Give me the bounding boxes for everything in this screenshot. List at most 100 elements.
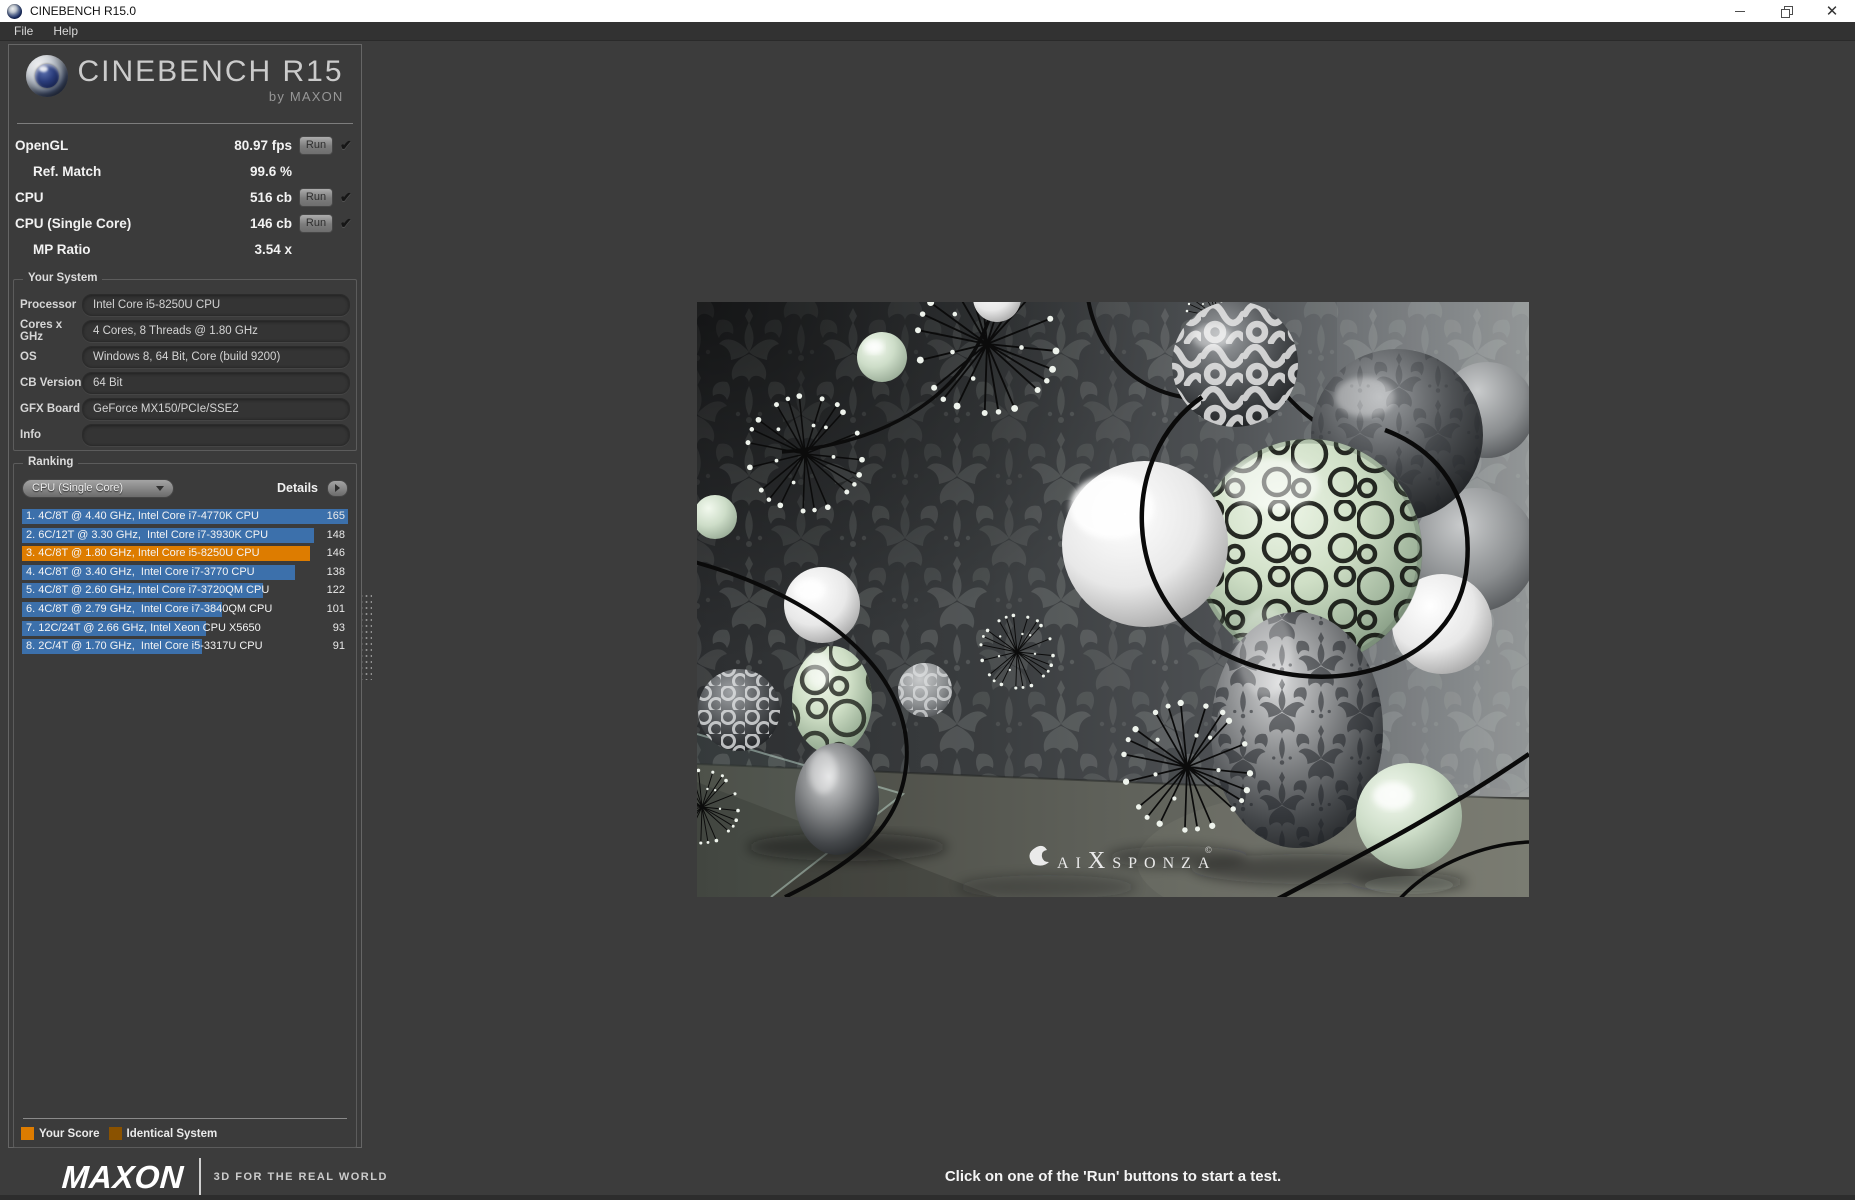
system-field-value[interactable] — [82, 424, 350, 446]
system-field-value[interactable]: Windows 8, 64 Bit, Core (build 9200) — [82, 346, 350, 368]
window-title: CINEBENCH R15.0 — [30, 4, 137, 18]
ranking-title: Ranking — [23, 456, 79, 468]
ranking-row[interactable]: 1. 4C/8T @ 4.40 GHz, Intel Core i7-4770K… — [22, 509, 348, 524]
restore-icon — [1780, 5, 1793, 18]
ranking-row[interactable]: 5. 4C/8T @ 2.60 GHz, Intel Core i7-3720Q… — [22, 583, 348, 599]
close-button[interactable]: ✕ — [1809, 0, 1855, 22]
system-row: Info — [20, 422, 350, 448]
ranking-list: 1. 4C/8T @ 4.40 GHz, Intel Core i7-4770K… — [22, 509, 348, 658]
system-field-label: Processor — [20, 299, 77, 311]
ranking-row-score: 93 — [332, 621, 345, 634]
result-value: 146 cb — [249, 215, 292, 231]
ranking-row-label: 5. 4C/8T @ 2.60 GHz, Intel Core i7-3720Q… — [26, 584, 270, 597]
ranking-row[interactable]: 7. 12C/24T @ 2.66 GHz, Intel Xeon CPU X5… — [22, 620, 348, 636]
system-row: Cores x GHz 4 Cores, 8 Threads @ 1.80 GHz — [20, 318, 350, 344]
minimize-icon — [1735, 10, 1745, 12]
legend-label: Identical System — [126, 1127, 218, 1140]
result-label: CPU (Single Core) — [15, 215, 132, 231]
result-label: Ref. Match — [33, 163, 102, 179]
legend-label: Your Score — [39, 1127, 100, 1140]
logo: CINEBENCH R15 by MAXON — [9, 55, 361, 104]
result-label: MP Ratio — [33, 241, 91, 257]
your-system-title: Your System — [23, 272, 103, 284]
ranking-row-score: 165 — [326, 510, 345, 522]
system-field-value[interactable]: GeForce MX150/PCIe/SSE2 — [82, 398, 350, 420]
result-value: 3.54 x — [254, 241, 292, 257]
details-button[interactable] — [327, 479, 348, 497]
legend: Your Score Identical System — [21, 1127, 226, 1140]
system-field-label: GFX Board — [20, 403, 81, 415]
ranking-row-label: 8. 2C/4T @ 1.70 GHz, Intel Core i5-3317U… — [26, 640, 263, 653]
restore-button[interactable] — [1763, 0, 1809, 22]
ranking-filter-value: CPU (Single Core) — [32, 482, 124, 494]
ranking-group: Ranking CPU (Single Core) Details 1. 4C/… — [13, 456, 357, 1148]
bottom-strip — [0, 1195, 1855, 1200]
system-field-value[interactable]: 4 Cores, 8 Threads @ 1.80 GHz — [82, 320, 350, 342]
result-row: MP Ratio3.54 xRun✔ — [15, 236, 356, 262]
render-scene: AIXSPONZA © — [697, 302, 1529, 897]
status-message: Click on one of the 'Run' buttons to sta… — [944, 1168, 1282, 1185]
ranking-row-score: 146 — [326, 547, 345, 560]
ranking-row-label: 2. 6C/12T @ 3.30 GHz, Intel Core i7-3930… — [26, 528, 269, 541]
separator — [17, 123, 353, 124]
minimize-button[interactable] — [1717, 0, 1763, 22]
check-icon: ✔ — [340, 136, 352, 153]
ranking-row-label: 4. 4C/8T @ 3.40 GHz, Intel Core i7-3770 … — [26, 565, 255, 578]
legend-item: Your Score — [21, 1127, 100, 1140]
system-field-label: Cores x GHz — [20, 319, 63, 343]
legend-item: Identical System — [108, 1127, 218, 1140]
result-row: CPU (Single Core) 146 cb Run ✔ — [15, 210, 356, 236]
maxon-logo: MAXON — [60, 1158, 185, 1195]
details-label: Details — [277, 481, 318, 495]
cinebench-ball-icon — [26, 55, 69, 97]
svg-text:©: © — [1205, 845, 1212, 855]
menu-item-help[interactable]: Help — [43, 24, 88, 38]
legend-separator — [23, 1118, 347, 1119]
check-icon: ✔ — [340, 214, 352, 231]
ranking-row-score: 91 — [332, 640, 345, 653]
result-row: CPU 516 cb Run ✔ — [15, 184, 356, 210]
menu-bar: File Help — [0, 22, 1855, 41]
run-button[interactable]: Run — [299, 187, 333, 207]
result-value: 516 cb — [249, 189, 292, 205]
result-row: OpenGL 80.97 fps Run ✔ — [15, 132, 356, 158]
benchmark-panel: CINEBENCH R15 by MAXON OpenGL 80.97 fps Ru… — [8, 44, 362, 1148]
ranking-row-label: 7. 12C/24T @ 2.66 GHz, Intel Xeon CPU X5… — [26, 621, 261, 634]
system-fields: Processor Intel Core i5-8250U CPU Cores x … — [20, 292, 350, 448]
maxon-footer: MAXON 3D FOR THE REAL WORLD — [60, 1158, 388, 1196]
ranking-row[interactable]: 2. 6C/12T @ 3.30 GHz, Intel Core i7-3930… — [22, 527, 348, 543]
system-row: Processor Intel Core i5-8250U CPU — [20, 292, 350, 318]
ranking-row-label: 6. 4C/8T @ 2.79 GHz, Intel Core i7-3840Q… — [26, 602, 273, 615]
system-field-label: OS — [20, 351, 37, 363]
ranking-row-score: 148 — [326, 528, 345, 541]
ranking-row[interactable]: 8. 2C/4T @ 1.70 GHz, Intel Core i5-3317U… — [22, 639, 348, 655]
system-row: CB Version 64 Bit — [20, 370, 350, 396]
run-button[interactable]: Run — [299, 135, 333, 155]
panel-splitter-grip[interactable] — [362, 592, 372, 680]
system-field-value[interactable]: Intel Core i5-8250U CPU — [82, 294, 350, 316]
footer-divider — [198, 1158, 201, 1196]
result-label: CPU — [15, 189, 44, 205]
title-bar: CINEBENCH R15.0 ✕ — [0, 0, 1855, 22]
ranking-filter-dropdown[interactable]: CPU (Single Core) — [22, 478, 174, 498]
logo-subtitle: by MAXON — [268, 89, 344, 104]
system-row: OS Windows 8, 64 Bit, Core (build 9200) — [20, 344, 350, 370]
system-field-label: CB Version — [20, 377, 82, 389]
menu-item-file[interactable]: File — [4, 24, 43, 38]
footer-tagline: 3D FOR THE REAL WORLD — [213, 1171, 388, 1183]
your-system-group: Your System Processor Intel Core i5-8250U… — [13, 272, 357, 451]
ranking-row[interactable]: 6. 4C/8T @ 2.79 GHz, Intel Core i7-3840Q… — [22, 601, 348, 617]
ranking-row-score: 138 — [326, 565, 345, 578]
ranking-row[interactable]: 4. 4C/8T @ 3.40 GHz, Intel Core i7-3770 … — [22, 564, 348, 580]
result-label: OpenGL — [15, 137, 69, 153]
system-field-value[interactable]: 64 Bit — [82, 372, 350, 394]
result-value: 99.6 % — [249, 163, 292, 179]
run-button[interactable]: Run — [299, 213, 333, 233]
result-row: Ref. Match99.6 %Run✔ — [15, 158, 356, 184]
result-value: 80.97 fps — [234, 137, 292, 153]
chevron-down-icon — [156, 485, 164, 491]
logo-title: CINEBENCH R15 — [77, 55, 344, 88]
arrow-right-icon — [335, 484, 340, 492]
results-list: OpenGL80.97 fpsRun✔Ref. Match99.6 %Run✔C… — [15, 132, 356, 262]
ranking-row[interactable]: 3. 4C/8T @ 1.80 GHz, Intel Core i5-8250U… — [22, 546, 348, 562]
